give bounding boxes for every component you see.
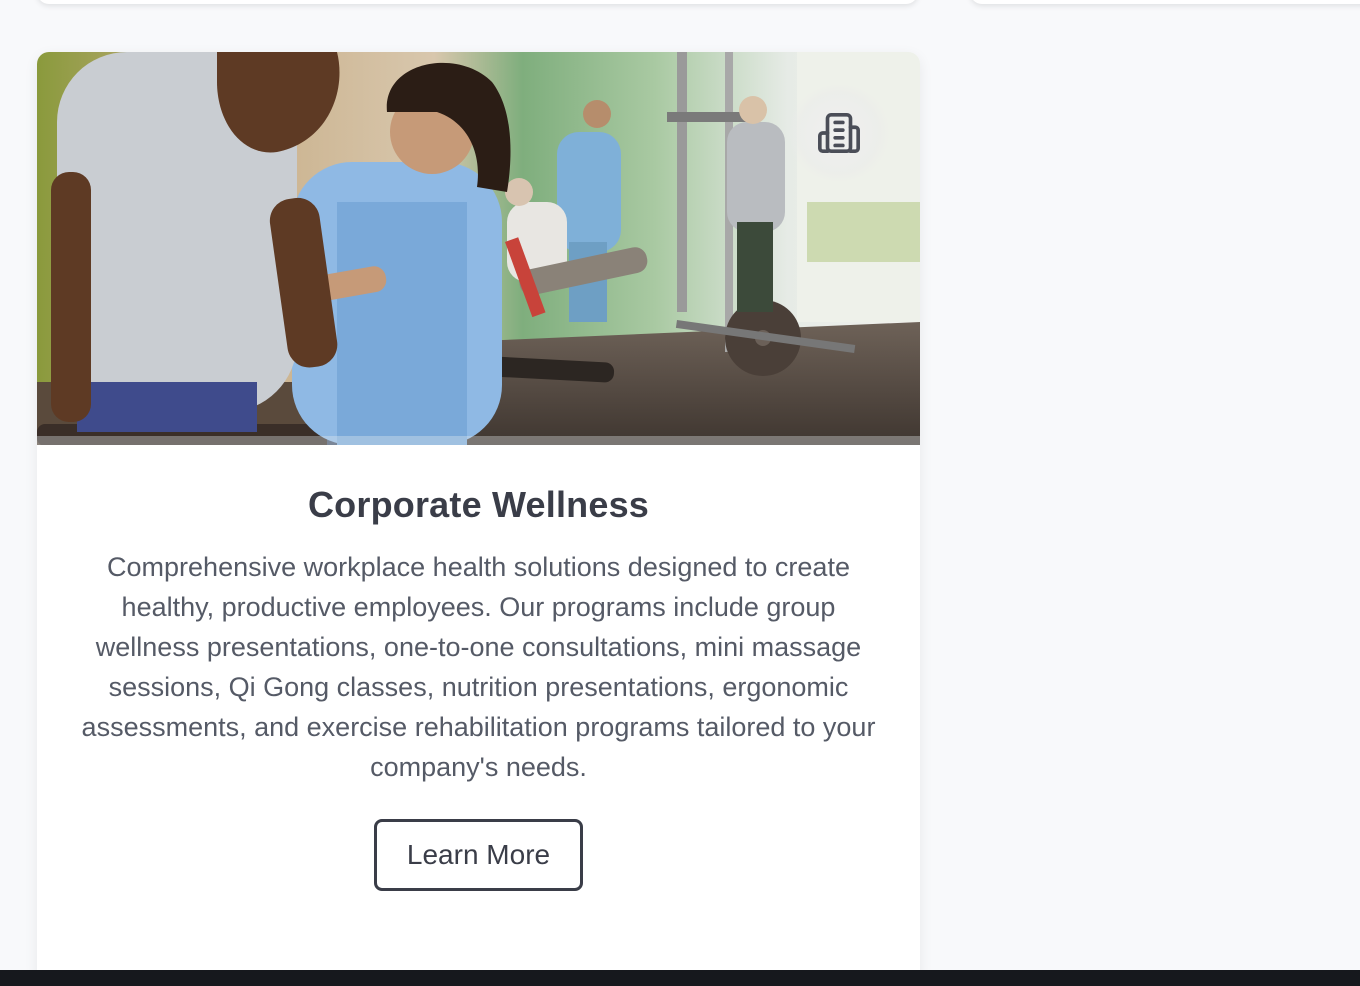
building-icon-badge bbox=[787, 85, 891, 181]
building-icon bbox=[818, 112, 860, 154]
service-card: Corporate Wellness Comprehensive workpla… bbox=[37, 52, 920, 982]
previous-card-edge bbox=[37, 0, 918, 4]
learn-more-button[interactable]: Learn More bbox=[374, 819, 583, 891]
card-body: Corporate Wellness Comprehensive workpla… bbox=[37, 445, 920, 891]
card-description: Comprehensive workplace health solutions… bbox=[81, 552, 876, 782]
card-image bbox=[37, 52, 920, 445]
page: Corporate Wellness Comprehensive workpla… bbox=[0, 0, 1360, 986]
footer-edge bbox=[0, 970, 1360, 986]
card-title: Corporate Wellness bbox=[307, 484, 650, 525]
adjacent-card-edge bbox=[970, 0, 1360, 4]
